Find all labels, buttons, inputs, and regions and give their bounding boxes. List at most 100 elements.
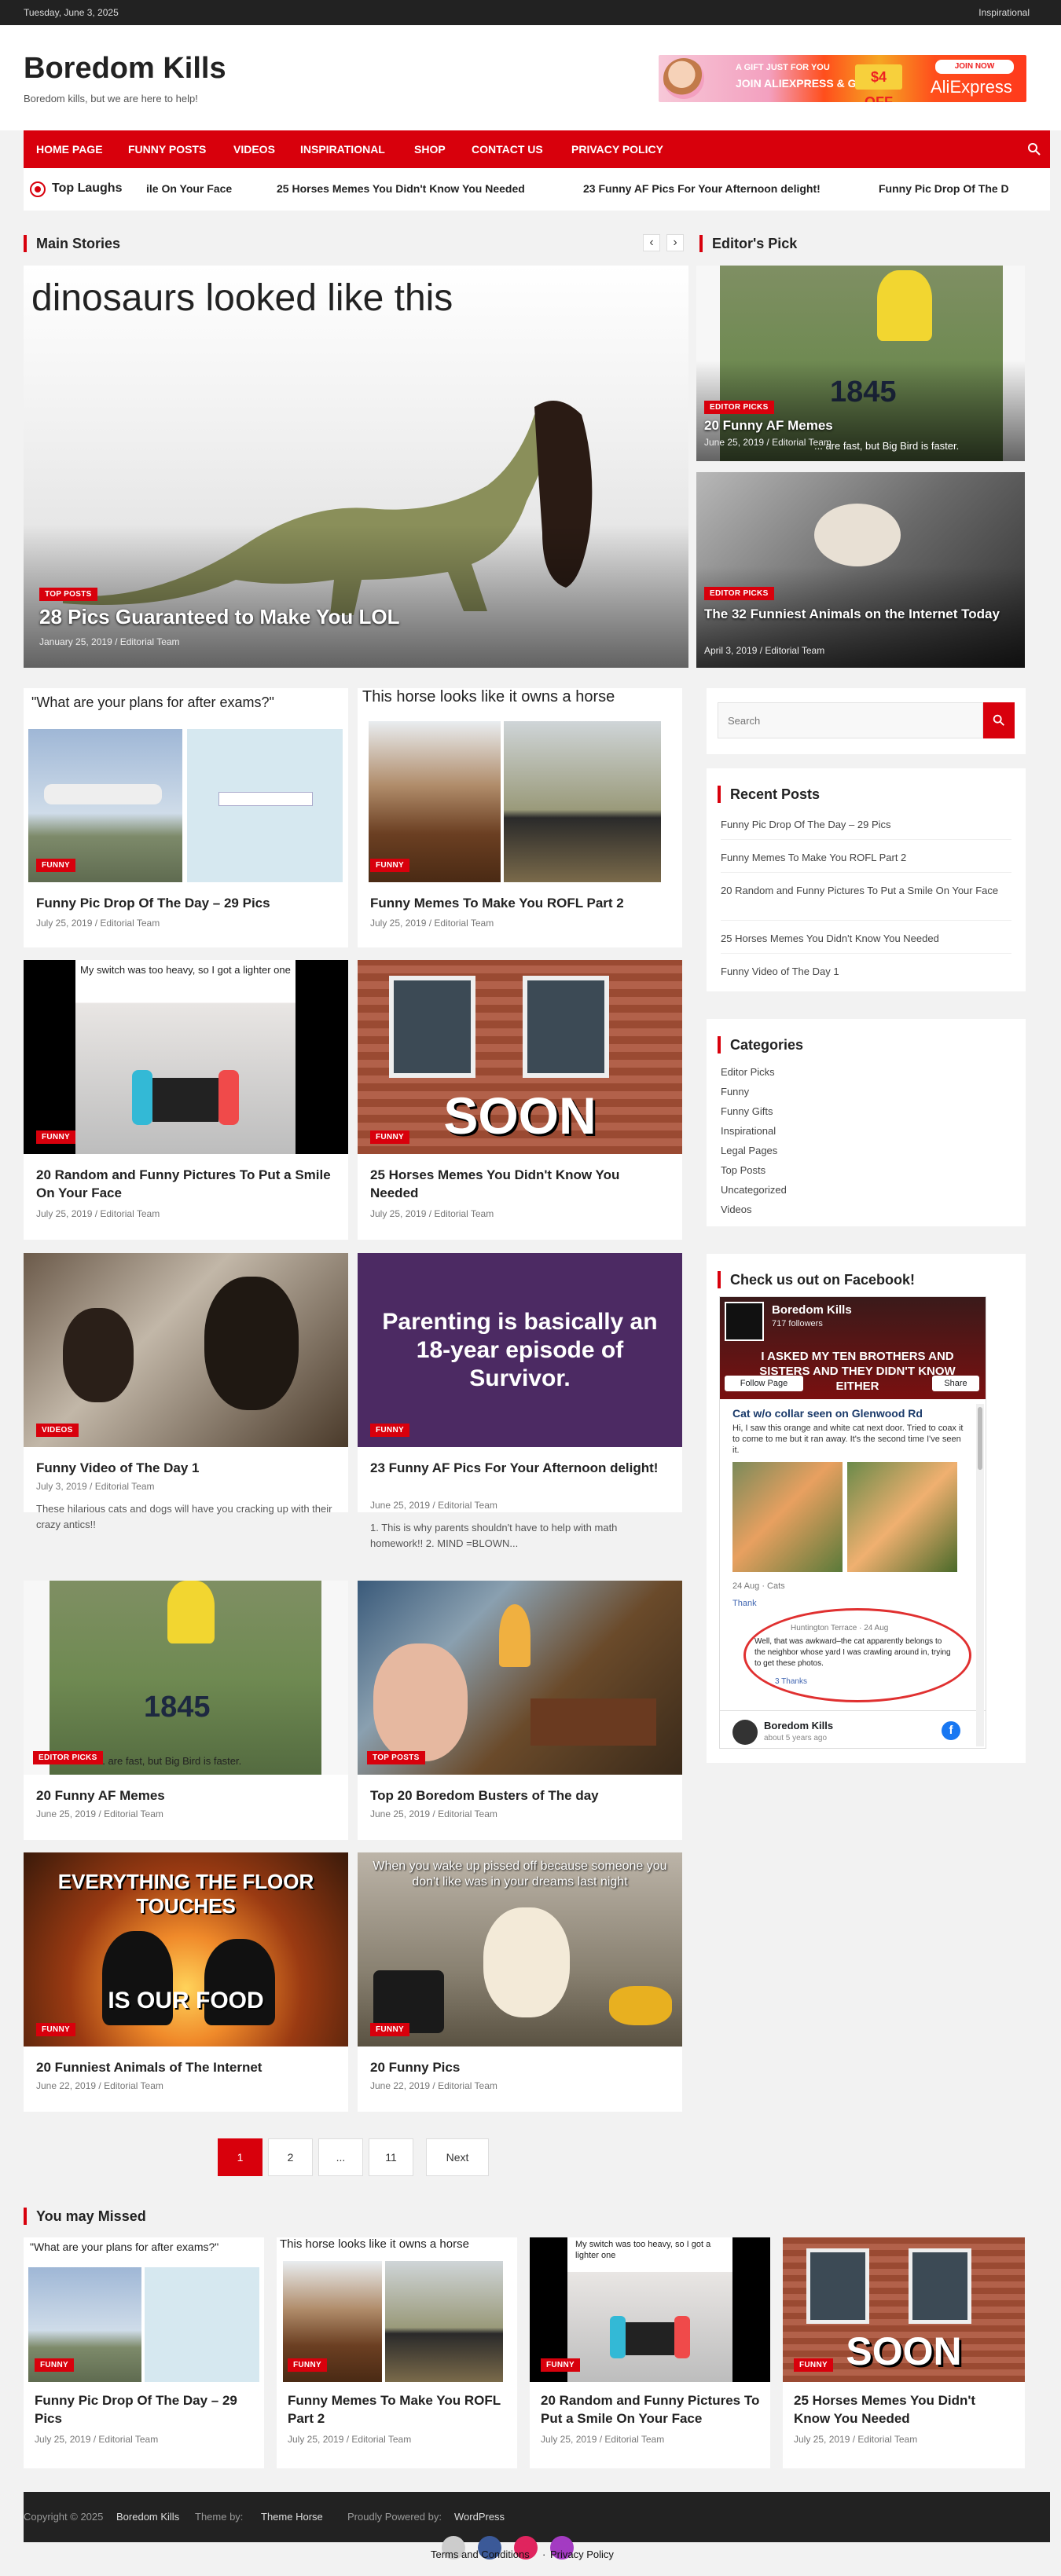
header-ad-banner[interactable]: A GIFT JUST FOR YOU JOIN ALIEXPRESS & GE… [659,55,1026,102]
category-link[interactable]: Funny Gifts [721,1104,773,1119]
missed-post-title[interactable]: Funny Memes To Make You ROFL Part 2 [288,2391,508,2428]
missed-post-title[interactable]: 25 Horses Memes You Didn't Know You Need… [794,2391,1014,2428]
footer-theme-link[interactable]: Theme Horse [261,2511,323,2523]
facebook-footer-name[interactable]: Boredom Kills [764,1720,833,1731]
nav-item-home[interactable]: HOME PAGE [36,130,103,168]
post-title[interactable]: Funny Memes To Make You ROFL Part 2 [370,894,669,912]
pagination-page-1[interactable]: 1 [218,2138,262,2176]
post-card[interactable]: VIDEOS Funny Video of The Day 1 July 3, … [24,1253,348,1530]
recent-post-link[interactable]: Funny Memes To Make You ROFL Part 2 [721,850,1011,865]
ticker-item[interactable]: Funny Pic Drop Of The D [879,182,1009,195]
post-title[interactable]: Top 20 Boredom Busters of The day [370,1786,669,1805]
category-badge[interactable]: EDITOR PICKS [704,401,774,414]
recent-post-link[interactable]: Funny Video of The Day 1 [721,964,1011,979]
category-badge[interactable]: FUNNY [370,859,409,872]
category-link[interactable]: Funny [721,1084,749,1099]
ad-join-button[interactable]: JOIN NOW [935,60,1014,74]
category-badge[interactable]: FUNNY [370,1130,409,1144]
nav-item-inspirational[interactable]: INSPIRATIONAL [300,130,385,168]
slider-next-icon[interactable]: › [666,234,684,251]
pagination-page-11[interactable]: 11 [369,2138,413,2176]
editors-pick-card[interactable]: 1845 ... are fast, but Big Bird is faste… [696,266,1025,461]
facebook-share-button[interactable]: Share [932,1376,979,1391]
category-link[interactable]: Top Posts [721,1163,765,1178]
recent-post-link[interactable]: Funny Pic Drop Of The Day – 29 Pics [721,817,1011,832]
post-card[interactable]: EVERYTHING THE FLOOR TOUCHES IS OUR FOOD… [24,1852,348,2112]
category-badge[interactable]: TOP POSTS [39,588,97,601]
nav-item-funny-posts[interactable]: FUNNY POSTS [128,130,206,168]
site-title[interactable]: Boredom Kills [24,52,226,86]
category-badge[interactable]: FUNNY [794,2358,833,2372]
ticker-item[interactable]: 23 Funny AF Pics For Your Afternoon deli… [583,182,821,195]
category-link[interactable]: Videos [721,1202,752,1217]
category-badge[interactable]: FUNNY [36,859,75,872]
category-link[interactable]: Uncategorized [721,1182,787,1197]
category-link[interactable]: Editor Picks [721,1064,775,1079]
pagination-page-2[interactable]: 2 [268,2138,313,2176]
category-link[interactable]: Inspirational [721,1123,776,1138]
category-badge[interactable]: VIDEOS [36,1424,79,1437]
ticker-item[interactable]: ile On Your Face [146,182,232,195]
facebook-embed[interactable]: Boredom Kills 717 followers I ASKED MY T… [719,1296,986,1749]
topbar-category-link[interactable]: Inspirational [978,7,1030,18]
facebook-post-title[interactable]: Cat w/o collar seen on Glenwood Rd [732,1407,923,1420]
category-badge[interactable]: FUNNY [36,1130,75,1144]
pagination-next[interactable]: Next [426,2138,489,2176]
nav-item-privacy[interactable]: PRIVACY POLICY [571,130,663,168]
post-card[interactable]: When you wake up pissed off because some… [358,1852,682,2112]
category-badge[interactable]: EDITOR PICKS [33,1751,103,1764]
footer-site-link[interactable]: Boredom Kills [116,2511,179,2523]
post-title[interactable]: 20 Funny Pics [370,2058,669,2076]
missed-post-card[interactable]: SOON FUNNY 25 Horses Memes You Didn't Kn… [783,2237,1025,2468]
footer-wordpress-link[interactable]: WordPress [454,2511,505,2523]
missed-post-card[interactable]: This horse looks like it owns a horse FU… [277,2237,517,2468]
terms-link[interactable]: Terms and Conditions [431,2549,530,2560]
post-title[interactable]: 23 Funny AF Pics For Your Afternoon deli… [370,1459,669,1477]
facebook-scrollbar[interactable] [976,1404,984,1746]
facebook-follow-button[interactable]: Follow Page [725,1376,803,1391]
featured-story[interactable]: dinosaurs looked like this TOP POSTS 28 … [24,266,688,668]
sidebar-search-button[interactable] [983,702,1015,738]
post-card[interactable]: 1845 ... are fast, but Big Bird is faste… [24,1581,348,1840]
privacy-link[interactable]: Privacy Policy [550,2549,614,2560]
category-badge[interactable]: FUNNY [541,2358,580,2372]
category-link[interactable]: Legal Pages [721,1143,777,1158]
missed-post-title[interactable]: Funny Pic Drop Of The Day – 29 Pics [35,2391,255,2428]
category-badge[interactable]: FUNNY [370,1424,409,1437]
facebook-page-name[interactable]: Boredom Kills [772,1303,852,1317]
post-card[interactable]: TOP POSTS Top 20 Boredom Busters of The … [358,1581,682,1840]
facebook-thank-link[interactable]: Thank [732,1599,757,1608]
featured-story-title[interactable]: 28 Pics Guaranteed to Make You LOL [39,605,400,629]
slider-prev-icon[interactable]: ‹ [643,234,660,251]
category-badge[interactable]: FUNNY [36,2023,75,2036]
sidebar-search-input[interactable] [718,702,983,738]
missed-post-title[interactable]: 20 Random and Funny Pictures To Put a Sm… [541,2391,761,2428]
missed-post-card[interactable]: My switch was too heavy, so I got a ligh… [530,2237,770,2468]
post-card[interactable]: SOON FUNNY 25 Horses Memes You Didn't Kn… [358,960,682,1240]
post-title[interactable]: Funny Pic Drop Of The Day – 29 Pics [36,894,335,912]
category-badge[interactable]: FUNNY [35,2358,74,2372]
post-title[interactable]: Funny Video of The Day 1 [36,1459,335,1477]
post-title[interactable]: 25 Horses Memes You Didn't Know You Need… [370,1166,669,1202]
editors-pick-card[interactable]: EDITOR PICKS The 32 Funniest Animals on … [696,472,1025,668]
post-card[interactable]: This horse looks like it owns a horse FU… [358,688,682,947]
post-title[interactable]: 20 Random and Funny Pictures To Put a Sm… [36,1166,335,1202]
post-title[interactable]: 20 Funniest Animals of The Internet [36,2058,335,2076]
editors-pick-title[interactable]: The 32 Funniest Animals on the Internet … [704,606,1011,623]
post-card[interactable]: My switch was too heavy, so I got a ligh… [24,960,348,1240]
category-badge[interactable]: FUNNY [288,2358,327,2372]
post-card[interactable]: "What are your plans for after exams?" F… [24,688,348,947]
category-badge[interactable]: TOP POSTS [367,1751,425,1764]
nav-item-videos[interactable]: VIDEOS [233,130,275,168]
nav-item-shop[interactable]: SHOP [414,130,446,168]
recent-post-link[interactable]: 20 Random and Funny Pictures To Put a Sm… [721,883,1011,898]
missed-post-card[interactable]: "What are your plans for after exams?" F… [24,2237,264,2468]
search-icon[interactable] [1026,141,1042,157]
recent-post-link[interactable]: 25 Horses Memes You Didn't Know You Need… [721,931,1011,946]
category-badge[interactable]: EDITOR PICKS [704,587,774,600]
nav-item-contact[interactable]: CONTACT US [472,130,543,168]
post-title[interactable]: 20 Funny AF Memes [36,1786,335,1805]
editors-pick-title[interactable]: 20 Funny AF Memes [704,418,833,434]
category-badge[interactable]: FUNNY [370,2023,409,2036]
post-card[interactable]: Parenting is basically an 18-year episod… [358,1253,682,1549]
